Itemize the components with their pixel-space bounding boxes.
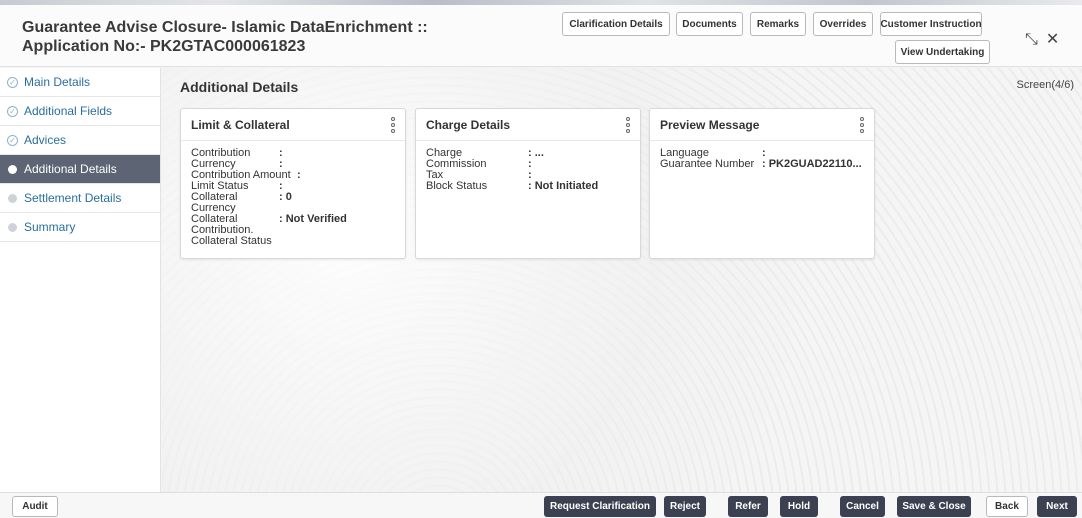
check-circle-icon: ✓ xyxy=(7,106,18,117)
cancel-button[interactable]: Cancel xyxy=(840,496,885,517)
sidebar-item-additional-fields[interactable]: ✓ Additional Fields xyxy=(0,97,160,126)
sidebar-item-label: Additional Details xyxy=(24,162,117,176)
field-row: Block Status : Not Initiated xyxy=(426,181,630,192)
request-clarification-button[interactable]: Request Clarification xyxy=(544,496,656,517)
field-label: Block Status xyxy=(426,180,488,192)
card-body: Charge: ... Commission: Tax: Block Statu… xyxy=(416,141,640,192)
sidebar-nav: ✓ Main Details ✓ Additional Fields ✓ Adv… xyxy=(0,68,161,492)
field-value: : xyxy=(297,169,301,181)
field-value: : 0 xyxy=(279,191,292,203)
sidebar-item-label: Settlement Details xyxy=(24,191,122,205)
main-content: Additional Details Screen(4/6) Limit & C… xyxy=(162,68,1082,492)
clarification-details-button[interactable]: Clarification Details xyxy=(562,12,670,36)
refer-button[interactable]: Refer xyxy=(728,496,768,517)
field-label: Guarantee Number xyxy=(660,158,755,170)
audit-button[interactable]: Audit xyxy=(12,496,58,517)
check-circle-icon: ✓ xyxy=(7,77,18,88)
back-button[interactable]: Back xyxy=(986,496,1028,517)
field-row: Collateral Status xyxy=(191,236,395,247)
sidebar-item-advices[interactable]: ✓ Advices xyxy=(0,126,160,155)
resize-icon[interactable]: ⤡ xyxy=(1025,32,1038,48)
card-header: Preview Message xyxy=(650,109,874,141)
charge-details-card[interactable]: Charge Details Charge: ... Commission: T… xyxy=(415,108,641,259)
remarks-button[interactable]: Remarks xyxy=(750,12,806,36)
more-options-icon[interactable] xyxy=(626,116,630,134)
preview-message-card[interactable]: Preview Message Language: Guarantee Numb… xyxy=(649,108,875,259)
overrides-button[interactable]: Overrides xyxy=(813,12,873,36)
hold-button[interactable]: Hold xyxy=(780,496,818,517)
card-header: Charge Details xyxy=(416,109,640,141)
check-circle-icon: ✓ xyxy=(7,135,18,146)
screen-indicator: Screen(4/6) xyxy=(1016,79,1074,91)
customer-instruction-button[interactable]: Customer Instruction xyxy=(880,12,982,36)
card-header: Limit & Collateral xyxy=(181,109,405,141)
field-row: Guarantee Number : PK2GUAD22110... xyxy=(660,159,864,170)
current-step-dot-icon xyxy=(8,165,17,174)
sidebar-item-additional-details[interactable]: Additional Details xyxy=(0,155,160,184)
field-row: Collateral Currency : 0 xyxy=(191,192,395,214)
documents-button[interactable]: Documents xyxy=(676,12,743,36)
sidebar-item-label: Additional Fields xyxy=(24,104,113,118)
page-title: Guarantee Advise Closure- Islamic DataEn… xyxy=(22,18,428,56)
field-value: : Not Initiated xyxy=(528,180,599,192)
pending-step-dot-icon xyxy=(8,223,17,232)
sidebar-item-main-details[interactable]: ✓ Main Details xyxy=(0,68,160,97)
application-number: Application No:- PK2GTAC000061823 xyxy=(22,38,306,55)
limit-collateral-card[interactable]: Limit & Collateral Contribution: Currenc… xyxy=(180,108,406,259)
view-undertaking-button[interactable]: View Undertaking xyxy=(895,40,990,64)
more-options-icon[interactable] xyxy=(860,116,864,134)
page-header: Guarantee Advise Closure- Islamic DataEn… xyxy=(0,5,1082,67)
sidebar-item-label: Advices xyxy=(24,133,67,147)
more-options-icon[interactable] xyxy=(391,116,395,134)
close-icon[interactable]: ✕ xyxy=(1046,32,1059,48)
footer-action-bar: Audit Request Clarification Reject Refer… xyxy=(0,492,1082,518)
pending-step-dot-icon xyxy=(8,194,17,203)
sidebar-item-summary[interactable]: Summary xyxy=(0,213,160,242)
section-title: Additional Details xyxy=(180,79,299,95)
field-label: Collateral Status xyxy=(191,235,272,247)
save-close-button[interactable]: Save & Close xyxy=(897,496,971,517)
field-value: : PK2GUAD22110... xyxy=(762,158,862,170)
reject-button[interactable]: Reject xyxy=(664,496,706,517)
window-controls: ⤡ ✕ xyxy=(1025,32,1059,48)
next-button[interactable]: Next xyxy=(1037,496,1077,517)
field-label: Collateral Currency xyxy=(191,191,238,214)
card-body: Contribution: Currency: Contribution Amo… xyxy=(181,141,405,247)
sidebar-item-settlement-details[interactable]: Settlement Details xyxy=(0,184,160,213)
card-title: Preview Message xyxy=(660,117,760,132)
sidebar-item-label: Summary xyxy=(24,220,76,234)
card-body: Language: Guarantee Number: PK2GUAD22110… xyxy=(650,141,874,170)
sidebar-item-label: Main Details xyxy=(24,75,91,89)
field-value: : Not Verified xyxy=(279,213,347,225)
page-title-line1: Guarantee Advise Closure- Islamic DataEn… xyxy=(22,19,428,36)
card-title: Charge Details xyxy=(426,117,511,132)
card-title: Limit & Collateral xyxy=(191,117,290,132)
